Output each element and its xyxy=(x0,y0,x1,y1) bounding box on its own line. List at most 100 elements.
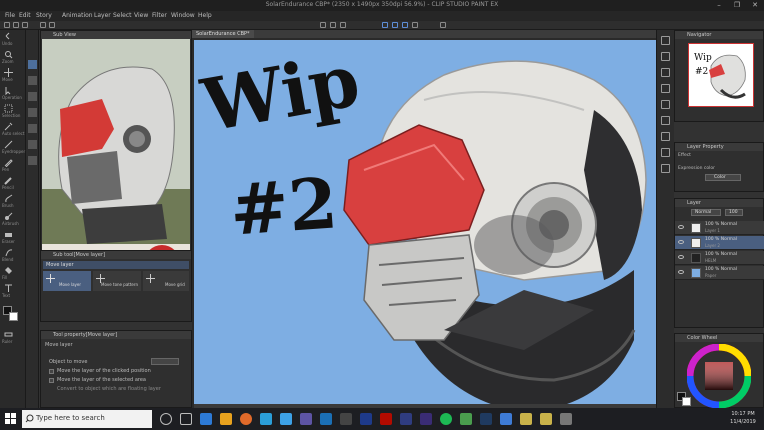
layer-row[interactable]: 100 % Normal HELM xyxy=(675,251,764,265)
fill-icon[interactable] xyxy=(330,22,336,28)
clip-studio-icon[interactable] xyxy=(520,413,532,425)
sub-color-swatch[interactable] xyxy=(9,312,18,321)
subtool-option-move-tone[interactable]: Move tone pattern xyxy=(93,271,141,291)
clear-icon[interactable] xyxy=(320,22,326,28)
reference-image[interactable] xyxy=(42,39,190,263)
layer-row[interactable]: 100 % Normal Paper xyxy=(675,266,764,280)
menu-animation[interactable]: Animation xyxy=(62,12,93,19)
quick-access-icon[interactable] xyxy=(661,164,670,173)
option-checkbox[interactable] xyxy=(49,378,54,383)
file-explorer-icon[interactable] xyxy=(220,413,232,425)
subtool-item[interactable] xyxy=(28,108,37,117)
app-icon[interactable] xyxy=(340,413,352,425)
ruler-snap-icon[interactable] xyxy=(392,22,398,28)
subtool-group[interactable]: Move layer xyxy=(43,261,189,269)
airbrush-icon[interactable] xyxy=(4,212,13,221)
subtool-item[interactable] xyxy=(28,124,37,133)
canvas-tab[interactable]: SolarEndurance CBP* xyxy=(192,30,254,38)
maximize-button[interactable]: ❐ xyxy=(728,0,746,11)
mail-icon[interactable] xyxy=(280,413,292,425)
subtool-item[interactable] xyxy=(28,156,37,165)
save-icon[interactable] xyxy=(22,22,28,28)
menu-help[interactable]: Help xyxy=(198,12,212,19)
menu-view[interactable]: View xyxy=(134,12,148,19)
menu-file[interactable]: File xyxy=(5,12,15,19)
subtool-option-move-grid[interactable]: Move grid xyxy=(143,271,189,291)
brush-icon[interactable] xyxy=(4,194,13,203)
navigator-icon[interactable] xyxy=(661,36,670,45)
navigator-thumbnail[interactable]: Wip #2 xyxy=(688,43,754,107)
menu-layer[interactable]: Layer xyxy=(94,12,111,19)
sub-color-swatch[interactable] xyxy=(682,397,691,406)
taskbar-search[interactable]: Type here to search xyxy=(22,410,152,428)
eraser-icon[interactable] xyxy=(4,230,13,239)
new-file-icon[interactable] xyxy=(4,22,10,28)
layer-row-selected[interactable]: 100 % Normal Layer 2 xyxy=(675,236,764,250)
option-checkbox[interactable] xyxy=(49,369,54,374)
history-icon[interactable] xyxy=(661,84,670,93)
acrobat-icon[interactable] xyxy=(380,413,392,425)
lightroom-icon[interactable] xyxy=(480,413,492,425)
app-icon[interactable] xyxy=(560,413,572,425)
edge-icon[interactable] xyxy=(200,413,212,425)
auto-select-icon[interactable] xyxy=(4,122,13,131)
premiere-icon[interactable] xyxy=(400,413,412,425)
material-icon[interactable] xyxy=(661,116,670,125)
undo-icon[interactable] xyxy=(4,32,13,41)
blend-mode-select[interactable]: Normal xyxy=(691,209,721,216)
store-icon[interactable] xyxy=(260,413,272,425)
move-icon[interactable] xyxy=(4,68,13,77)
firefox-icon[interactable] xyxy=(240,413,252,425)
canvas[interactable]: Wip #2 xyxy=(194,40,664,404)
zoom-icon[interactable] xyxy=(4,50,13,59)
transform-icon[interactable] xyxy=(340,22,346,28)
subtool-item[interactable] xyxy=(28,92,37,101)
clip-studio-paint-icon[interactable] xyxy=(540,413,552,425)
app-icon[interactable] xyxy=(460,413,472,425)
opacity-field[interactable]: 100 xyxy=(725,209,743,216)
system-clock[interactable]: 10:17 PM 11/4/2019 xyxy=(724,410,762,428)
selection-icon[interactable] xyxy=(4,104,13,113)
visibility-eye-icon[interactable] xyxy=(678,225,684,229)
cortana-icon[interactable] xyxy=(160,413,172,425)
subtool-item[interactable] xyxy=(28,140,37,149)
subtool-item[interactable] xyxy=(28,60,37,69)
color-wheel-icon[interactable] xyxy=(687,344,751,408)
after-effects-icon[interactable] xyxy=(420,413,432,425)
subtool-option-move-layer[interactable]: Move layer xyxy=(43,271,91,291)
expression-color-select[interactable]: Color xyxy=(705,174,741,181)
selection-icon[interactable] xyxy=(382,22,388,28)
open-file-icon[interactable] xyxy=(13,22,19,28)
undo-icon[interactable] xyxy=(40,22,46,28)
animation-icon[interactable] xyxy=(661,148,670,157)
grid-snap-icon[interactable] xyxy=(402,22,408,28)
perspective-snap-icon[interactable] xyxy=(412,22,418,28)
close-button[interactable]: ✕ xyxy=(746,0,764,11)
visibility-eye-icon[interactable] xyxy=(678,255,684,259)
layer-search-icon[interactable] xyxy=(661,132,670,141)
app-icon[interactable] xyxy=(500,413,512,425)
object-to-move-selector[interactable] xyxy=(151,358,179,365)
pen-icon[interactable] xyxy=(4,158,13,167)
item-bank-icon[interactable] xyxy=(661,68,670,77)
subtool-item[interactable] xyxy=(28,76,37,85)
minimize-button[interactable]: – xyxy=(710,0,728,11)
visibility-eye-icon[interactable] xyxy=(678,270,684,274)
settings-icon[interactable] xyxy=(440,22,446,28)
steam-icon[interactable] xyxy=(320,413,332,425)
redo-icon[interactable] xyxy=(49,22,55,28)
discord-icon[interactable] xyxy=(300,413,312,425)
visibility-eye-icon[interactable] xyxy=(678,240,684,244)
auto-action-icon[interactable] xyxy=(661,100,670,109)
ruler-icon[interactable] xyxy=(4,330,13,339)
menu-window[interactable]: Window xyxy=(171,12,195,19)
operation-icon[interactable] xyxy=(4,86,13,95)
sub-view-icon[interactable] xyxy=(661,52,670,61)
blend-icon[interactable] xyxy=(4,248,13,257)
menu-filter[interactable]: Filter xyxy=(152,12,167,19)
eyedropper-icon[interactable] xyxy=(4,140,13,149)
menu-story[interactable]: Story xyxy=(36,12,52,19)
layer-row[interactable]: 100 % Normal Layer 1 xyxy=(675,221,764,235)
spotify-icon[interactable] xyxy=(440,413,452,425)
photoshop-icon[interactable] xyxy=(360,413,372,425)
